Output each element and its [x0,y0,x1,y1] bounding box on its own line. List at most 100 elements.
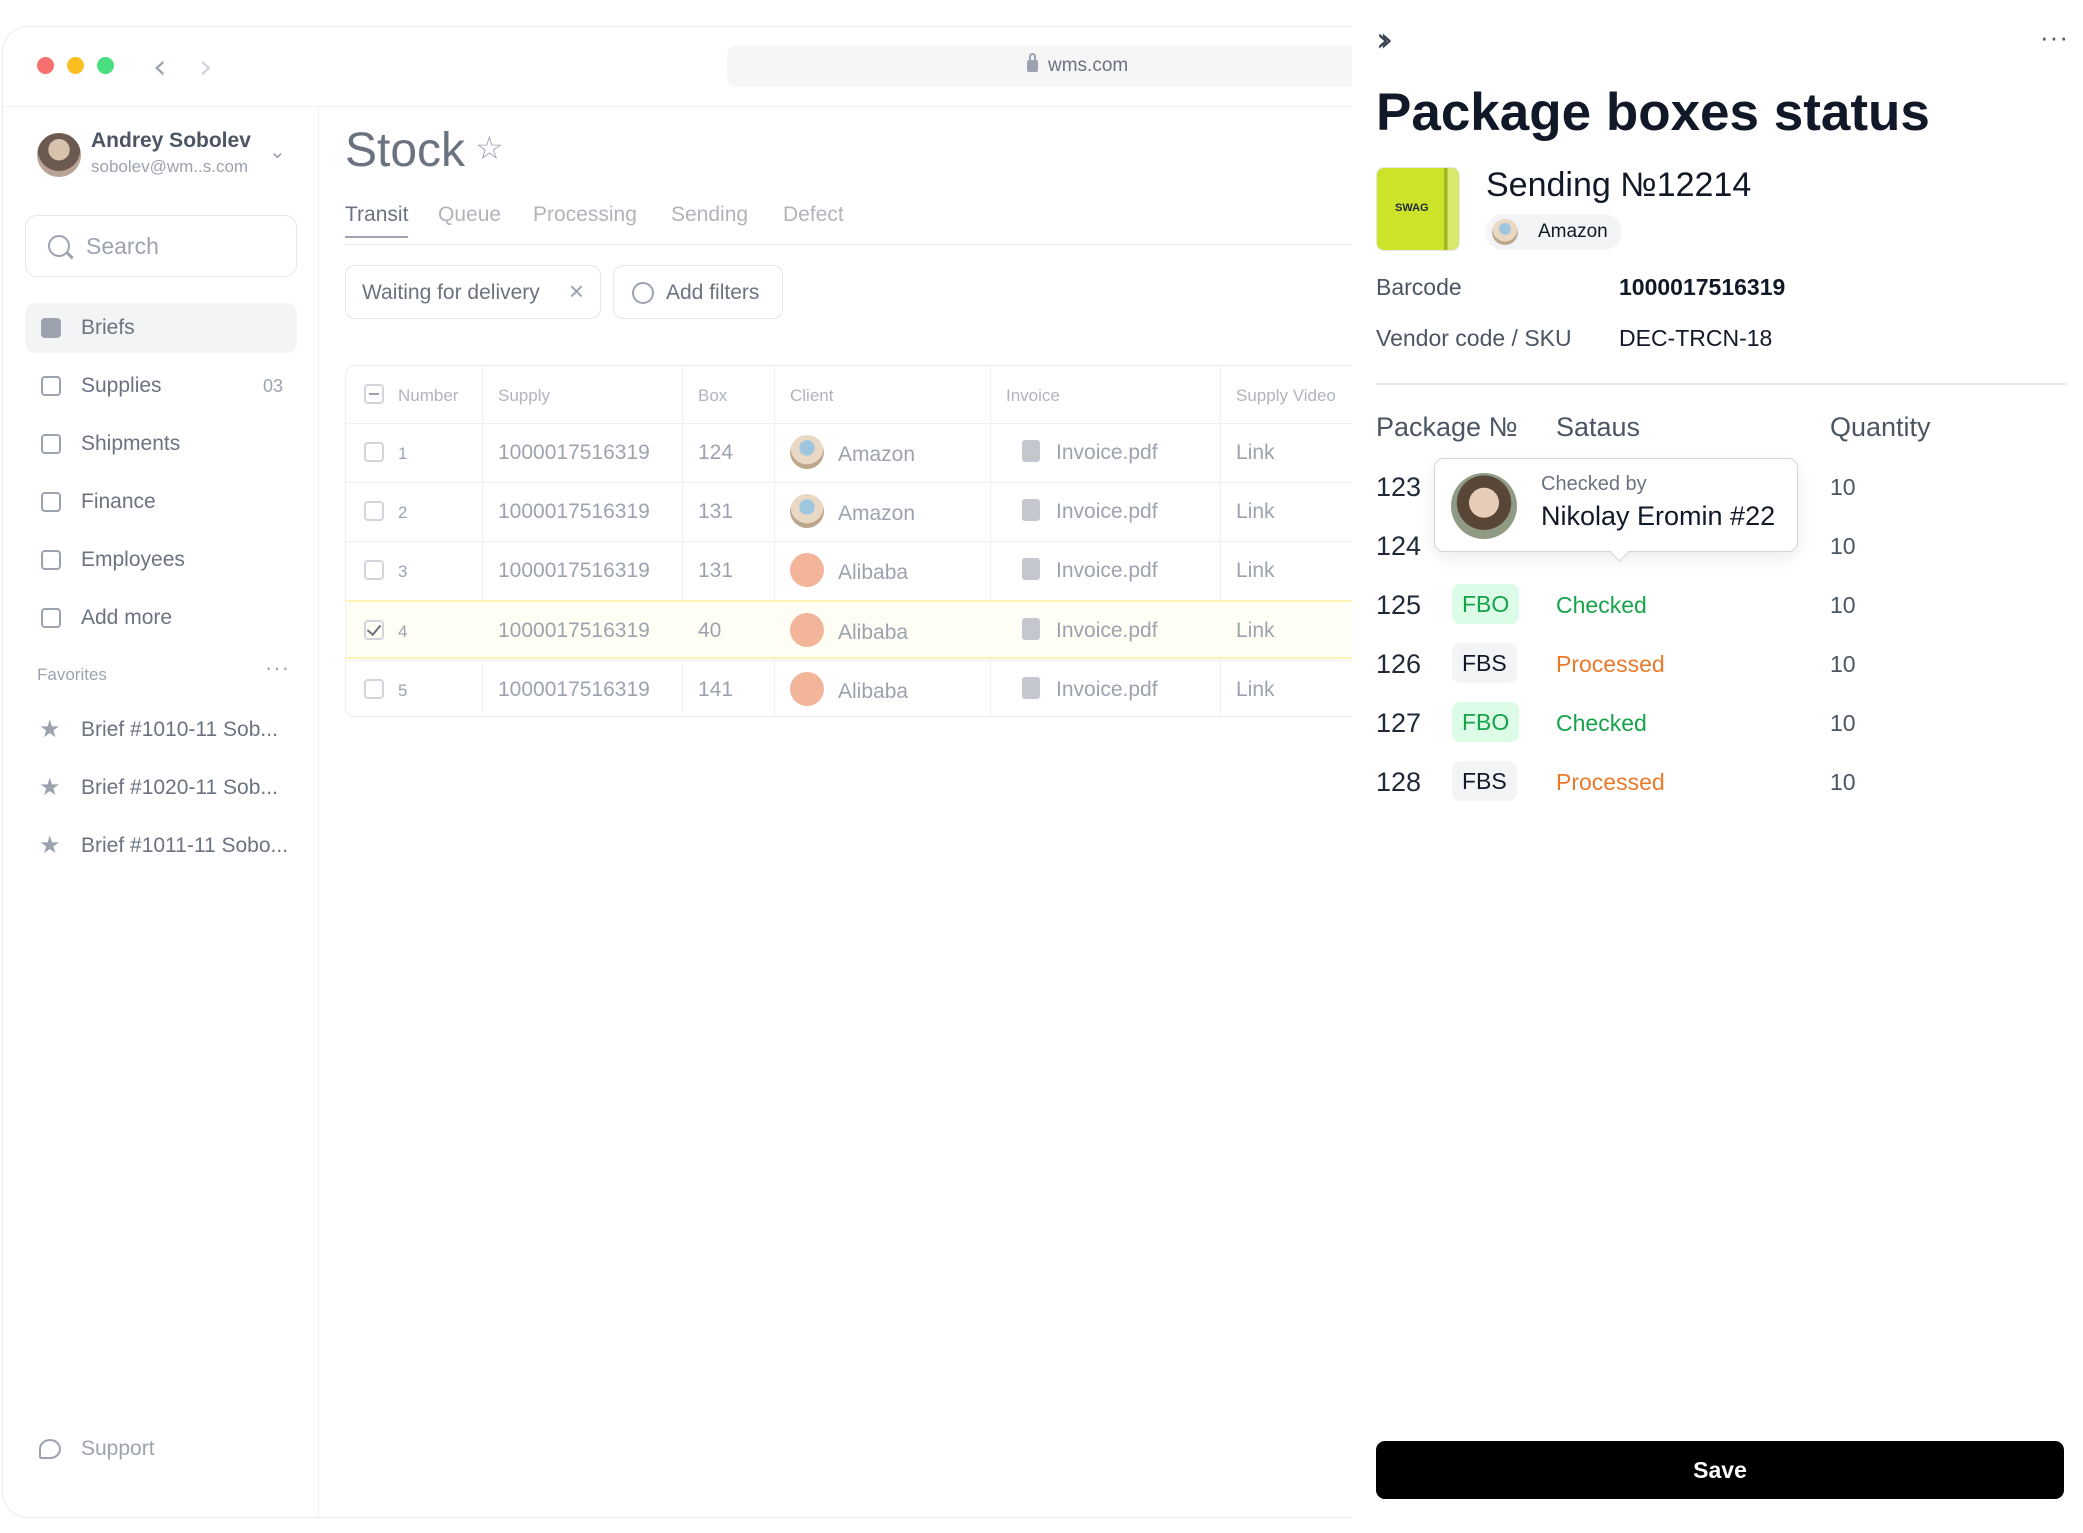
page-title: Stock [345,124,466,177]
back-arrow-icon[interactable]: ‹ [153,47,167,87]
video-link[interactable]: Link [1236,441,1275,465]
column-header[interactable]: Box [698,386,727,406]
column-header-quantity: Quantity [1830,412,1931,442]
box-icon [41,434,61,454]
package-quantity: 10 [1830,592,1856,618]
column-header[interactable]: Supply Video [1236,386,1336,406]
favorite-item[interactable]: ★ Brief #1010-11 Sob... [25,707,297,751]
video-link[interactable]: Link [1236,500,1275,524]
invoice-link[interactable]: Invoice.pdf [1056,678,1158,702]
invoice-link[interactable]: Invoice.pdf [1056,441,1158,465]
pdf-file-icon [1022,618,1040,640]
filter-chip-label: Waiting for delivery [362,281,540,304]
package-number: 126 [1376,649,1422,679]
maximize-window-button[interactable] [97,57,114,74]
star-outline-icon[interactable]: ☆ [475,129,504,167]
sidebar-item-label: Supplies [81,374,162,397]
package-status-panel: ›› ··· Package boxes status SWAG Sending… [1352,0,2083,1533]
package-row[interactable]: 126 FBS Processed 10 [1376,639,2066,691]
client-cell: Alibaba [838,621,909,644]
sidebar-item-label: Briefs [81,316,135,339]
sidebar-item-employees[interactable]: Employees [25,535,297,585]
tab-sending[interactable]: Sending [671,203,748,227]
add-filters-label: Add filters [666,281,760,304]
address-bar[interactable]: wms.com [727,45,1427,87]
tab-processing[interactable]: Processing [533,203,637,227]
package-status[interactable]: Processed [1556,769,1665,796]
fulfillment-badge: FBO [1452,584,1520,624]
row-checkbox[interactable] [364,560,384,580]
save-button[interactable]: Save [1376,1441,2064,1499]
row-number: 1 [398,444,408,463]
more-dots-icon[interactable]: ··· [265,655,290,681]
pdf-file-icon [1022,677,1040,699]
sidebar-item-briefs[interactable]: Briefs [25,303,297,353]
column-header[interactable]: Client [790,386,833,406]
favorite-item[interactable]: ★ Brief #1011-11 Sobo... [25,823,297,867]
row-checkbox[interactable] [364,501,384,521]
sidebar-item-shipments[interactable]: Shipments [25,419,297,469]
column-header[interactable]: Supply [498,386,550,406]
package-status[interactable]: Checked [1556,710,1647,737]
supply-cell: 1000017516319 [498,500,650,523]
package-row[interactable]: 128 FBS Processed 10 [1376,757,2066,809]
supply-cell: 1000017516319 [498,559,650,582]
sidebar-item-add-more[interactable]: Add more [25,593,297,643]
support-label: Support [81,1437,155,1460]
sku-label: Vendor code / SKU [1376,325,1572,351]
invoice-link[interactable]: Invoice.pdf [1056,500,1158,524]
amazon-logo-icon [1492,219,1518,245]
avatar [1451,473,1517,539]
package-status[interactable]: Processed [1556,651,1665,678]
invoice-link[interactable]: Invoice.pdf [1056,619,1158,643]
double-chevron-right-icon[interactable]: ›› [1376,20,1393,60]
column-header-status: Sataus [1556,412,1641,442]
package-quantity: 10 [1830,474,1856,500]
video-link[interactable]: Link [1236,619,1275,643]
column-header[interactable]: Invoice [1006,386,1060,406]
filter-chip[interactable]: Waiting for delivery × [345,265,601,319]
row-checkbox[interactable] [364,620,384,640]
chevron-down-icon: ⌄ [269,141,286,163]
sidebar-item-finance[interactable]: Finance [25,477,297,527]
amazon-logo-icon [790,494,824,528]
pdf-file-icon [1022,499,1040,521]
close-icon[interactable]: × [569,276,584,307]
search-icon [48,235,70,257]
panel-title: Package boxes status [1376,83,1930,142]
search-input[interactable]: Search [25,215,297,277]
tab-defect[interactable]: Defect [783,203,844,227]
row-number: 3 [398,562,408,581]
sidebar: Andrey Sobolev sobolev@wm..s.com ⌄ Searc… [3,107,319,1517]
favorite-label: Brief #1010-11 Sob... [81,718,278,741]
package-row[interactable]: 127 FBO Checked 10 [1376,698,2066,750]
search-placeholder: Search [86,233,159,259]
row-checkbox[interactable] [364,442,384,462]
row-checkbox[interactable] [364,679,384,699]
package-row[interactable]: 125 FBO Checked 10 [1376,580,2066,632]
invoice-link[interactable]: Invoice.pdf [1056,559,1158,583]
tab-transit[interactable]: Transit [345,203,409,238]
url-text: wms.com [1048,55,1129,76]
column-header-package: Package № [1376,412,1518,442]
supply-cell: 1000017516319 [498,619,650,642]
user-switcher[interactable]: Andrey Sobolev sobolev@wm..s.com ⌄ [37,129,297,179]
client-pill: Amazon [1486,214,1622,250]
tab-queue[interactable]: Queue [438,203,501,227]
minimize-window-button[interactable] [67,57,84,74]
pdf-file-icon [1022,558,1040,580]
sidebar-item-supplies[interactable]: Supplies 03 [25,361,297,411]
favorite-item[interactable]: ★ Brief #1020-11 Sob... [25,765,297,809]
column-header[interactable]: Number [398,386,458,406]
video-link[interactable]: Link [1236,559,1275,583]
add-filters-button[interactable]: Add filters [613,265,783,319]
close-window-button[interactable] [37,57,54,74]
more-dots-icon[interactable]: ··· [2040,22,2069,53]
sidebar-item-label: Finance [81,490,156,513]
document-icon [41,318,61,338]
forward-arrow-icon[interactable]: › [199,47,213,87]
video-link[interactable]: Link [1236,678,1275,702]
box-cell: 141 [698,678,734,701]
package-status[interactable]: Checked [1556,592,1647,619]
select-all-checkbox[interactable] [364,384,384,404]
